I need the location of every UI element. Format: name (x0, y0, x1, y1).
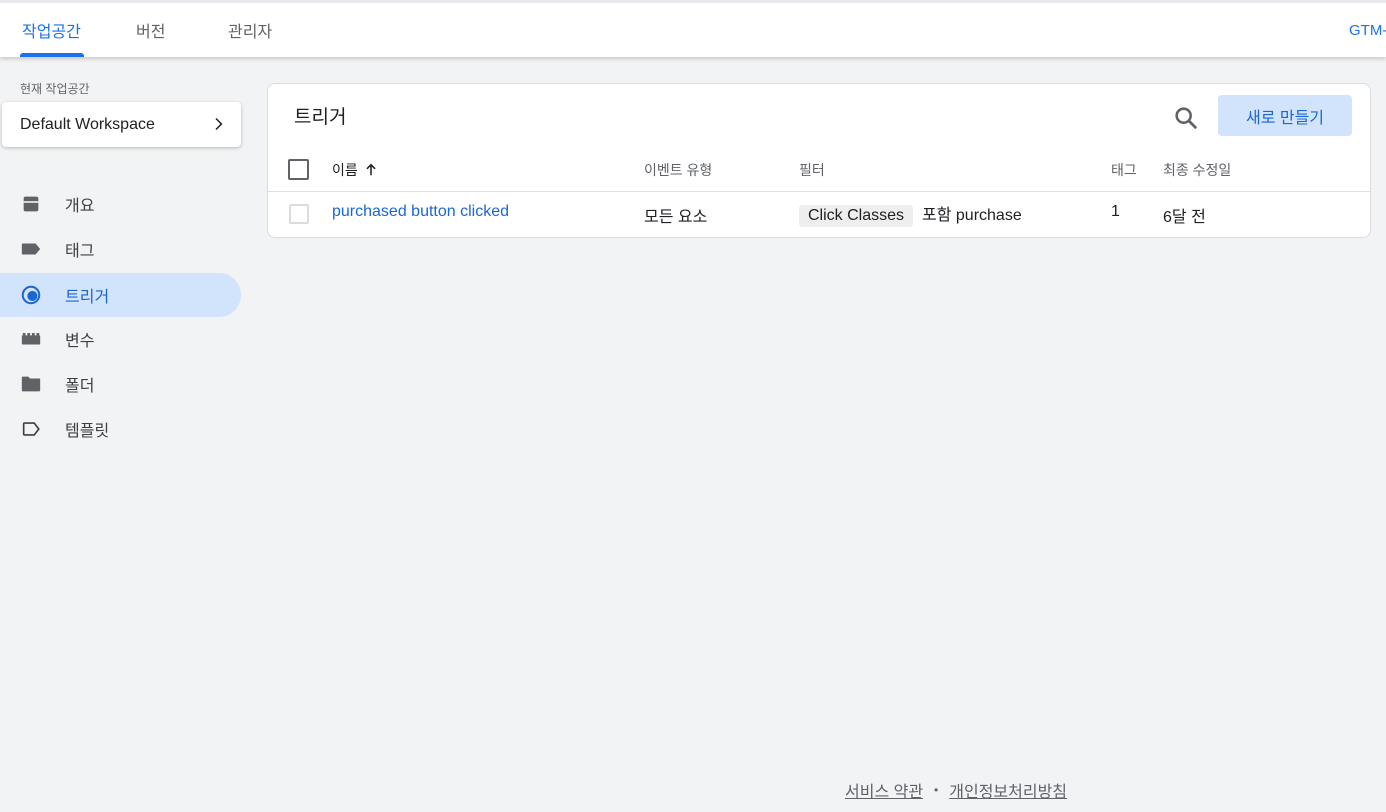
variable-icon (21, 333, 41, 345)
sidebar-item-label: 변수 (65, 333, 95, 350)
footer: 서비스 약관 • 개인정보처리방침 (845, 778, 1067, 802)
tag-icon (21, 243, 41, 255)
trigger-icon (21, 285, 41, 305)
header-divider (268, 191, 1370, 192)
privacy-link[interactable]: 개인정보처리방침 (949, 778, 1067, 802)
modified-cell: 6달 전 (1163, 209, 1206, 226)
column-header-event-type[interactable]: 이벤트 유형 (644, 160, 712, 180)
sidebar-item-label: 폴더 (65, 378, 95, 395)
sidebar-item-triggers[interactable]: 트리거 (0, 273, 241, 317)
tags-count-cell: 1 (1111, 203, 1120, 220)
sidebar-item-label: 태그 (65, 243, 95, 260)
column-header-name[interactable]: 이름 (332, 160, 378, 180)
chevron-right-icon (215, 118, 223, 130)
filter-cell: Click Classes 포함 purchase (799, 201, 1022, 227)
tab-admin[interactable]: 관리자 (228, 3, 272, 57)
column-header-tags[interactable]: 태그 (1111, 160, 1137, 180)
sidebar-item-variables[interactable]: 변수 (0, 317, 241, 361)
row-checkbox[interactable] (289, 204, 309, 224)
active-tab-indicator (20, 53, 84, 57)
sidebar-item-label: 템플릿 (65, 423, 110, 440)
column-header-modified[interactable]: 최종 수정일 (1163, 160, 1231, 180)
new-trigger-button[interactable]: 새로 만들기 (1218, 95, 1352, 136)
sidebar-item-templates[interactable]: 템플릿 (0, 407, 241, 451)
sidebar-item-tags[interactable]: 태그 (0, 227, 241, 271)
sidebar-item-label: 개요 (65, 198, 95, 215)
select-all-checkbox[interactable] (288, 159, 309, 180)
tab-versions[interactable]: 버전 (136, 3, 165, 57)
top-nav-bar: 작업공간 버전 관리자 GTM- (0, 0, 1386, 57)
folder-icon (21, 376, 41, 392)
footer-separator: • (934, 783, 939, 797)
search-icon[interactable] (1172, 104, 1200, 132)
overview-icon (23, 196, 39, 212)
page-title: 트리거 (294, 107, 347, 128)
filter-variable-chip: Click Classes (799, 205, 914, 227)
sidebar-item-folders[interactable]: 폴더 (0, 362, 241, 406)
tab-workspace[interactable]: 작업공간 (22, 3, 81, 57)
container-id-link[interactable]: GTM- (1349, 3, 1386, 57)
trigger-name-link[interactable]: purchased button clicked (332, 203, 509, 221)
event-type-cell: 모든 요소 (644, 209, 708, 226)
column-header-filter[interactable]: 필터 (799, 160, 825, 180)
arrow-up-icon (366, 163, 376, 176)
triggers-card: 트리거 새로 만들기 이름 이벤트 유형 필터 태그 최종 수정일 purcha… (267, 83, 1371, 238)
filter-condition: 포함 purchase (922, 207, 1022, 224)
template-icon (22, 422, 40, 436)
current-workspace-label: 현재 작업공간 (20, 82, 90, 96)
workspace-selector[interactable]: Default Workspace (2, 102, 241, 147)
terms-link[interactable]: 서비스 약관 (845, 778, 923, 802)
workspace-name: Default Workspace (20, 115, 155, 133)
sidebar-item-overview[interactable]: 개요 (0, 182, 241, 226)
sidebar-item-label: 트리거 (65, 289, 110, 306)
column-header-label: 이름 (332, 162, 358, 178)
